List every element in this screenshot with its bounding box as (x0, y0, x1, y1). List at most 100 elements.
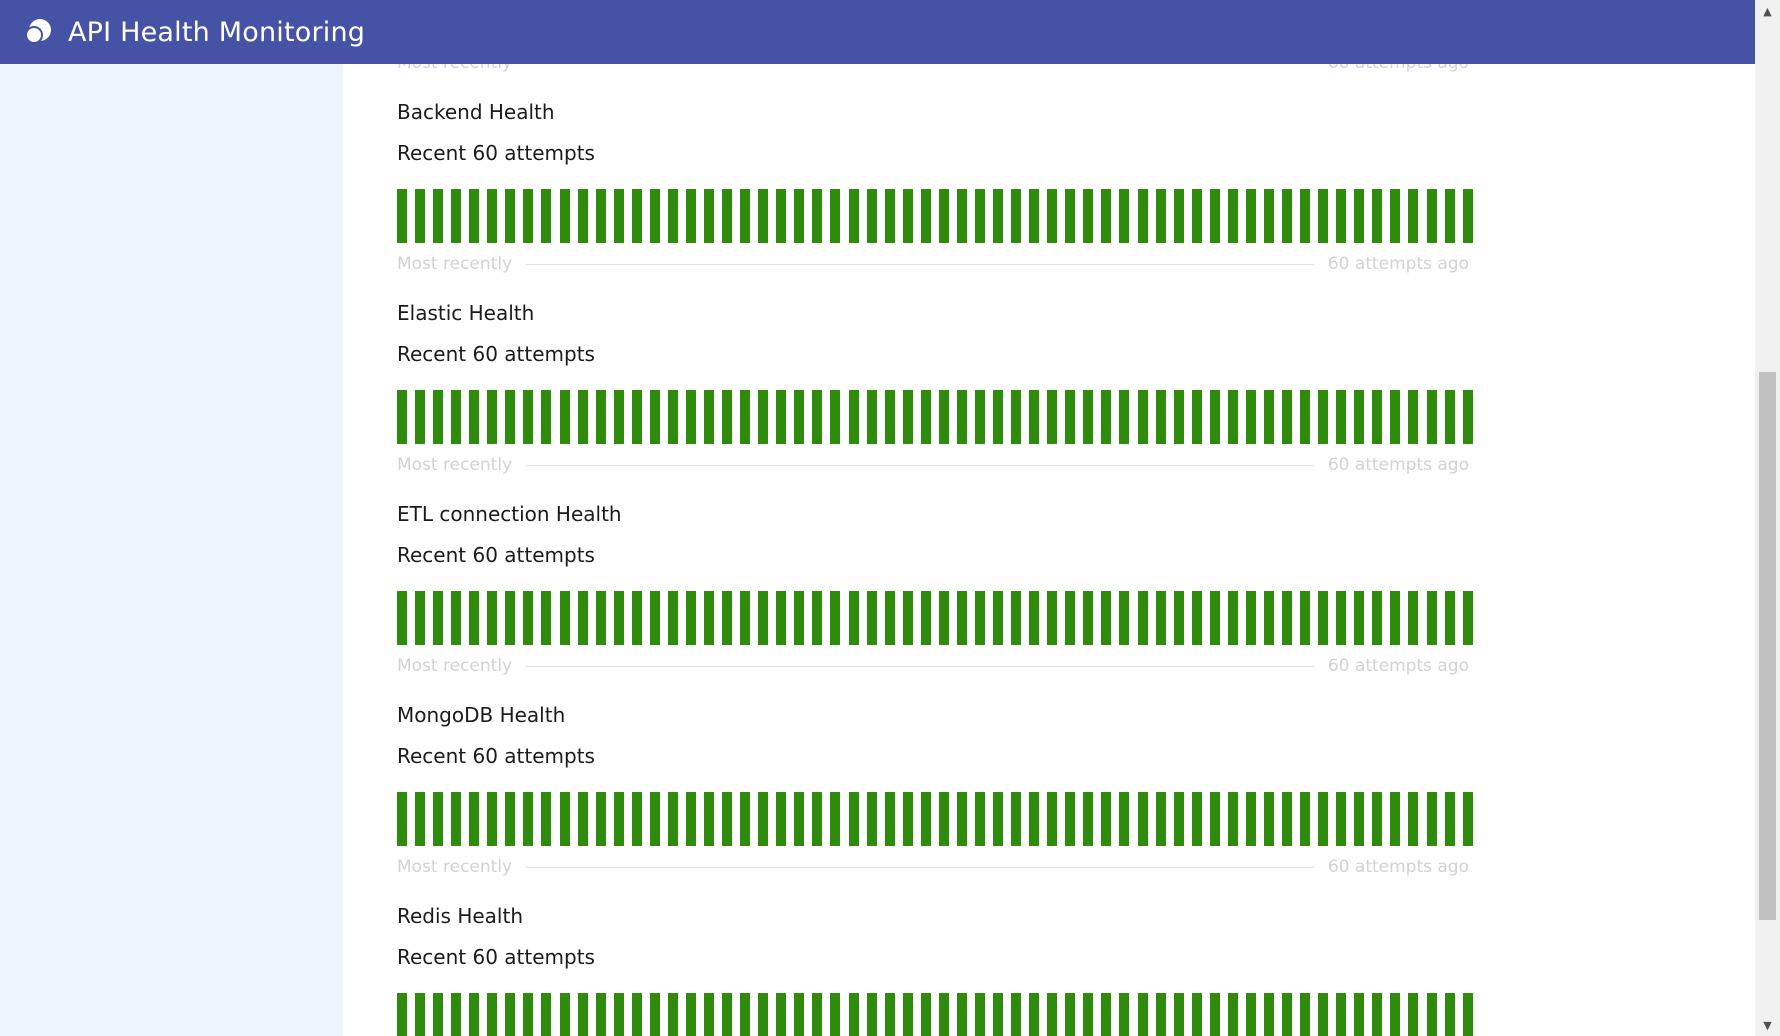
attempt-bar[interactable] (920, 390, 931, 444)
attempt-bar[interactable] (649, 390, 660, 444)
attempt-bar[interactable] (1318, 792, 1329, 846)
attempt-bar[interactable] (487, 792, 498, 846)
attempt-bar[interactable] (848, 792, 859, 846)
attempt-bar[interactable] (415, 591, 426, 645)
attempt-bar[interactable] (1155, 591, 1166, 645)
attempt-bar[interactable] (1408, 792, 1419, 846)
attempt-bar[interactable] (993, 792, 1004, 846)
attempt-bar[interactable] (667, 591, 678, 645)
attempt-bar[interactable] (704, 390, 715, 444)
attempt-bar[interactable] (505, 591, 516, 645)
attempt-bar[interactable] (1426, 189, 1437, 243)
attempt-bar[interactable] (740, 390, 751, 444)
attempt-bar[interactable] (649, 993, 660, 1036)
attempt-bar[interactable] (1173, 792, 1184, 846)
attempt-bar[interactable] (1191, 792, 1202, 846)
attempt-bar[interactable] (1444, 390, 1455, 444)
attempt-bar[interactable] (1137, 993, 1148, 1036)
attempt-bar[interactable] (1354, 993, 1365, 1036)
attempt-bar[interactable] (1462, 591, 1473, 645)
attempt-bar[interactable] (1354, 792, 1365, 846)
attempt-bar[interactable] (794, 591, 805, 645)
attempt-bar[interactable] (1137, 792, 1148, 846)
attempt-bar[interactable] (866, 591, 877, 645)
attempt-bar[interactable] (1372, 993, 1383, 1036)
attempt-bar[interactable] (1300, 390, 1311, 444)
attempt-bar[interactable] (469, 591, 480, 645)
attempt-bar[interactable] (1462, 390, 1473, 444)
attempt-bar[interactable] (776, 792, 787, 846)
attempt-bar[interactable] (902, 189, 913, 243)
attempt-bar[interactable] (1282, 591, 1293, 645)
attempt-bar[interactable] (1029, 189, 1040, 243)
attempt-bar[interactable] (469, 189, 480, 243)
attempt-bar[interactable] (469, 792, 480, 846)
attempt-bar[interactable] (505, 189, 516, 243)
attempt-bar[interactable] (397, 591, 407, 645)
attempt-bar[interactable] (812, 993, 823, 1036)
attempt-bar[interactable] (848, 189, 859, 243)
attempt-bar[interactable] (613, 189, 624, 243)
attempt-bar[interactable] (469, 993, 480, 1036)
attempt-bar[interactable] (1300, 792, 1311, 846)
attempt-bar[interactable] (1318, 189, 1329, 243)
attempt-bar[interactable] (523, 993, 534, 1036)
attempt-bar[interactable] (397, 189, 407, 243)
attempt-bar[interactable] (559, 390, 570, 444)
attempt-bar[interactable] (451, 390, 462, 444)
attempt-bar[interactable] (740, 993, 751, 1036)
attempt-bar[interactable] (667, 792, 678, 846)
attempt-bar[interactable] (685, 189, 696, 243)
attempt-bar[interactable] (1227, 792, 1238, 846)
attempt-bar[interactable] (451, 189, 462, 243)
attempt-bar[interactable] (649, 591, 660, 645)
attempt-bar[interactable] (776, 390, 787, 444)
attempt-bar[interactable] (704, 792, 715, 846)
attempt-bar[interactable] (1263, 591, 1274, 645)
attempt-bar[interactable] (812, 390, 823, 444)
attempt-bar[interactable] (1408, 390, 1419, 444)
attempt-bar[interactable] (704, 189, 715, 243)
scrollbar-thumb[interactable] (1759, 372, 1776, 920)
attempt-bar[interactable] (920, 792, 931, 846)
attempt-bar[interactable] (541, 390, 552, 444)
attempt-bar[interactable] (1390, 591, 1401, 645)
attempt-bar[interactable] (1336, 792, 1347, 846)
attempt-bar[interactable] (1354, 390, 1365, 444)
attempt-bar[interactable] (577, 591, 588, 645)
attempt-bar[interactable] (830, 792, 841, 846)
attempt-bar[interactable] (993, 993, 1004, 1036)
attempt-bar[interactable] (1336, 390, 1347, 444)
attempt-bar[interactable] (956, 591, 967, 645)
attempt-bar[interactable] (415, 993, 426, 1036)
attempt-bar[interactable] (397, 993, 407, 1036)
attempt-bar[interactable] (1173, 189, 1184, 243)
attempt-bar[interactable] (1462, 189, 1473, 243)
attempt-bar[interactable] (505, 993, 516, 1036)
attempt-bar[interactable] (631, 189, 642, 243)
attempt-bar[interactable] (993, 591, 1004, 645)
attempt-bar[interactable] (1408, 993, 1419, 1036)
attempt-bar[interactable] (1227, 591, 1238, 645)
attempt-bar[interactable] (1047, 792, 1058, 846)
attempt-bar[interactable] (505, 792, 516, 846)
attempt-bar[interactable] (830, 189, 841, 243)
attempt-bar[interactable] (1065, 390, 1076, 444)
attempt-bar[interactable] (758, 189, 769, 243)
attempt-bar[interactable] (866, 390, 877, 444)
attempt-bar[interactable] (830, 591, 841, 645)
attempt-bar[interactable] (920, 591, 931, 645)
attempt-bar[interactable] (1354, 591, 1365, 645)
attempt-bar[interactable] (1083, 792, 1094, 846)
attempt-bar[interactable] (884, 993, 895, 1036)
attempt-bar[interactable] (956, 390, 967, 444)
attempt-bar[interactable] (902, 390, 913, 444)
attempt-bar[interactable] (1300, 189, 1311, 243)
attempt-bar[interactable] (1137, 189, 1148, 243)
attempt-bar[interactable] (487, 189, 498, 243)
attempt-bar[interactable] (1408, 189, 1419, 243)
attempt-bar[interactable] (1300, 591, 1311, 645)
attempt-bar[interactable] (541, 189, 552, 243)
attempt-bar[interactable] (812, 792, 823, 846)
attempt-bar[interactable] (866, 189, 877, 243)
